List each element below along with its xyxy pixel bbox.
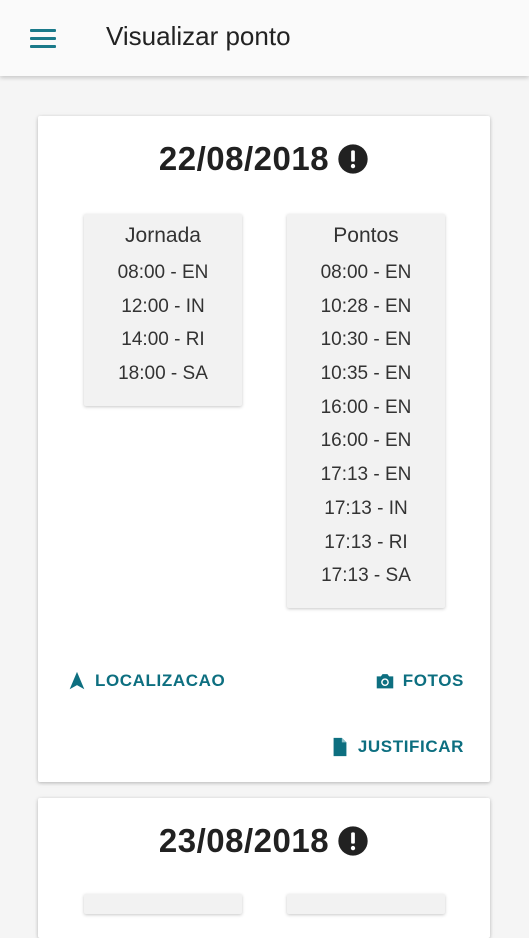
camera-icon bbox=[376, 674, 393, 689]
date-header: 23/08/2018 bbox=[38, 822, 490, 860]
localizacao-label: LOCALIZACAO bbox=[95, 671, 226, 690]
ponto-entry: 10:30 - EN bbox=[320, 329, 412, 351]
date-header: 22/08/2018 bbox=[38, 140, 490, 178]
menu-icon-bar bbox=[30, 44, 56, 48]
day-card: 23/08/2018 bbox=[38, 798, 490, 938]
app-bar: Visualizar ponto bbox=[0, 0, 529, 76]
ponto-entry: 10:28 - EN bbox=[320, 295, 412, 317]
ponto-entry: 08:00 - EN bbox=[320, 262, 412, 283]
document-icon bbox=[333, 737, 347, 757]
ponto-entry: 17:13 - SA bbox=[321, 565, 411, 587]
menu-icon-bar bbox=[30, 36, 56, 40]
ponto-entry: 16:00 - EN bbox=[320, 430, 412, 452]
jornada-title: Jornada bbox=[125, 224, 201, 247]
jornada-entry: 08:00 - EN bbox=[117, 262, 209, 283]
fotos-label: FOTOS bbox=[402, 671, 464, 690]
pontos-title: Pontos bbox=[333, 224, 399, 247]
menu-icon-bar bbox=[30, 28, 56, 32]
jornada-entry: 18:00 - SA bbox=[118, 363, 208, 385]
ponto-entry: 16:00 - EN bbox=[320, 396, 412, 418]
pontos-panel bbox=[287, 894, 445, 914]
navigation-arrow-icon bbox=[69, 671, 85, 690]
page-title: Visualizar ponto bbox=[106, 21, 291, 51]
ponto-entry: 17:13 - RI bbox=[324, 531, 408, 553]
alert-circle-icon[interactable] bbox=[337, 825, 369, 857]
alert-circle-icon[interactable] bbox=[337, 143, 369, 175]
pontos-panel: Pontos 08:00 - EN 10:28 - EN 10:30 - EN … bbox=[287, 214, 445, 608]
card-date: 22/08/2018 bbox=[158, 140, 330, 177]
ponto-entry: 17:13 - EN bbox=[320, 464, 412, 486]
justificar-label: JUSTIFICAR bbox=[357, 737, 464, 756]
day-card: 22/08/2018 Jornada 08:00 - EN 12:00 - IN… bbox=[38, 116, 490, 782]
jornada-panel: Jornada 08:00 - EN 12:00 - IN 14:00 - RI… bbox=[84, 214, 242, 406]
jornada-entry: 12:00 - IN bbox=[121, 295, 205, 317]
ponto-entry: 10:35 - EN bbox=[320, 363, 412, 385]
menu-button[interactable] bbox=[30, 24, 64, 52]
jornada-list: 08:00 - EN 12:00 - IN 14:00 - RI 18:00 -… bbox=[84, 256, 242, 391]
justificar-button[interactable]: JUSTIFICAR bbox=[329, 736, 464, 758]
card-date: 23/08/2018 bbox=[158, 822, 330, 859]
jornada-panel bbox=[84, 894, 242, 914]
ponto-entry: 17:13 - IN bbox=[324, 497, 408, 519]
jornada-entry: 14:00 - RI bbox=[121, 329, 205, 351]
fotos-button[interactable]: FOTOS bbox=[374, 670, 464, 692]
localizacao-button[interactable]: LOCALIZACAO bbox=[66, 670, 225, 692]
pontos-list: 08:00 - EN 10:28 - EN 10:30 - EN 10:35 -… bbox=[287, 256, 445, 593]
